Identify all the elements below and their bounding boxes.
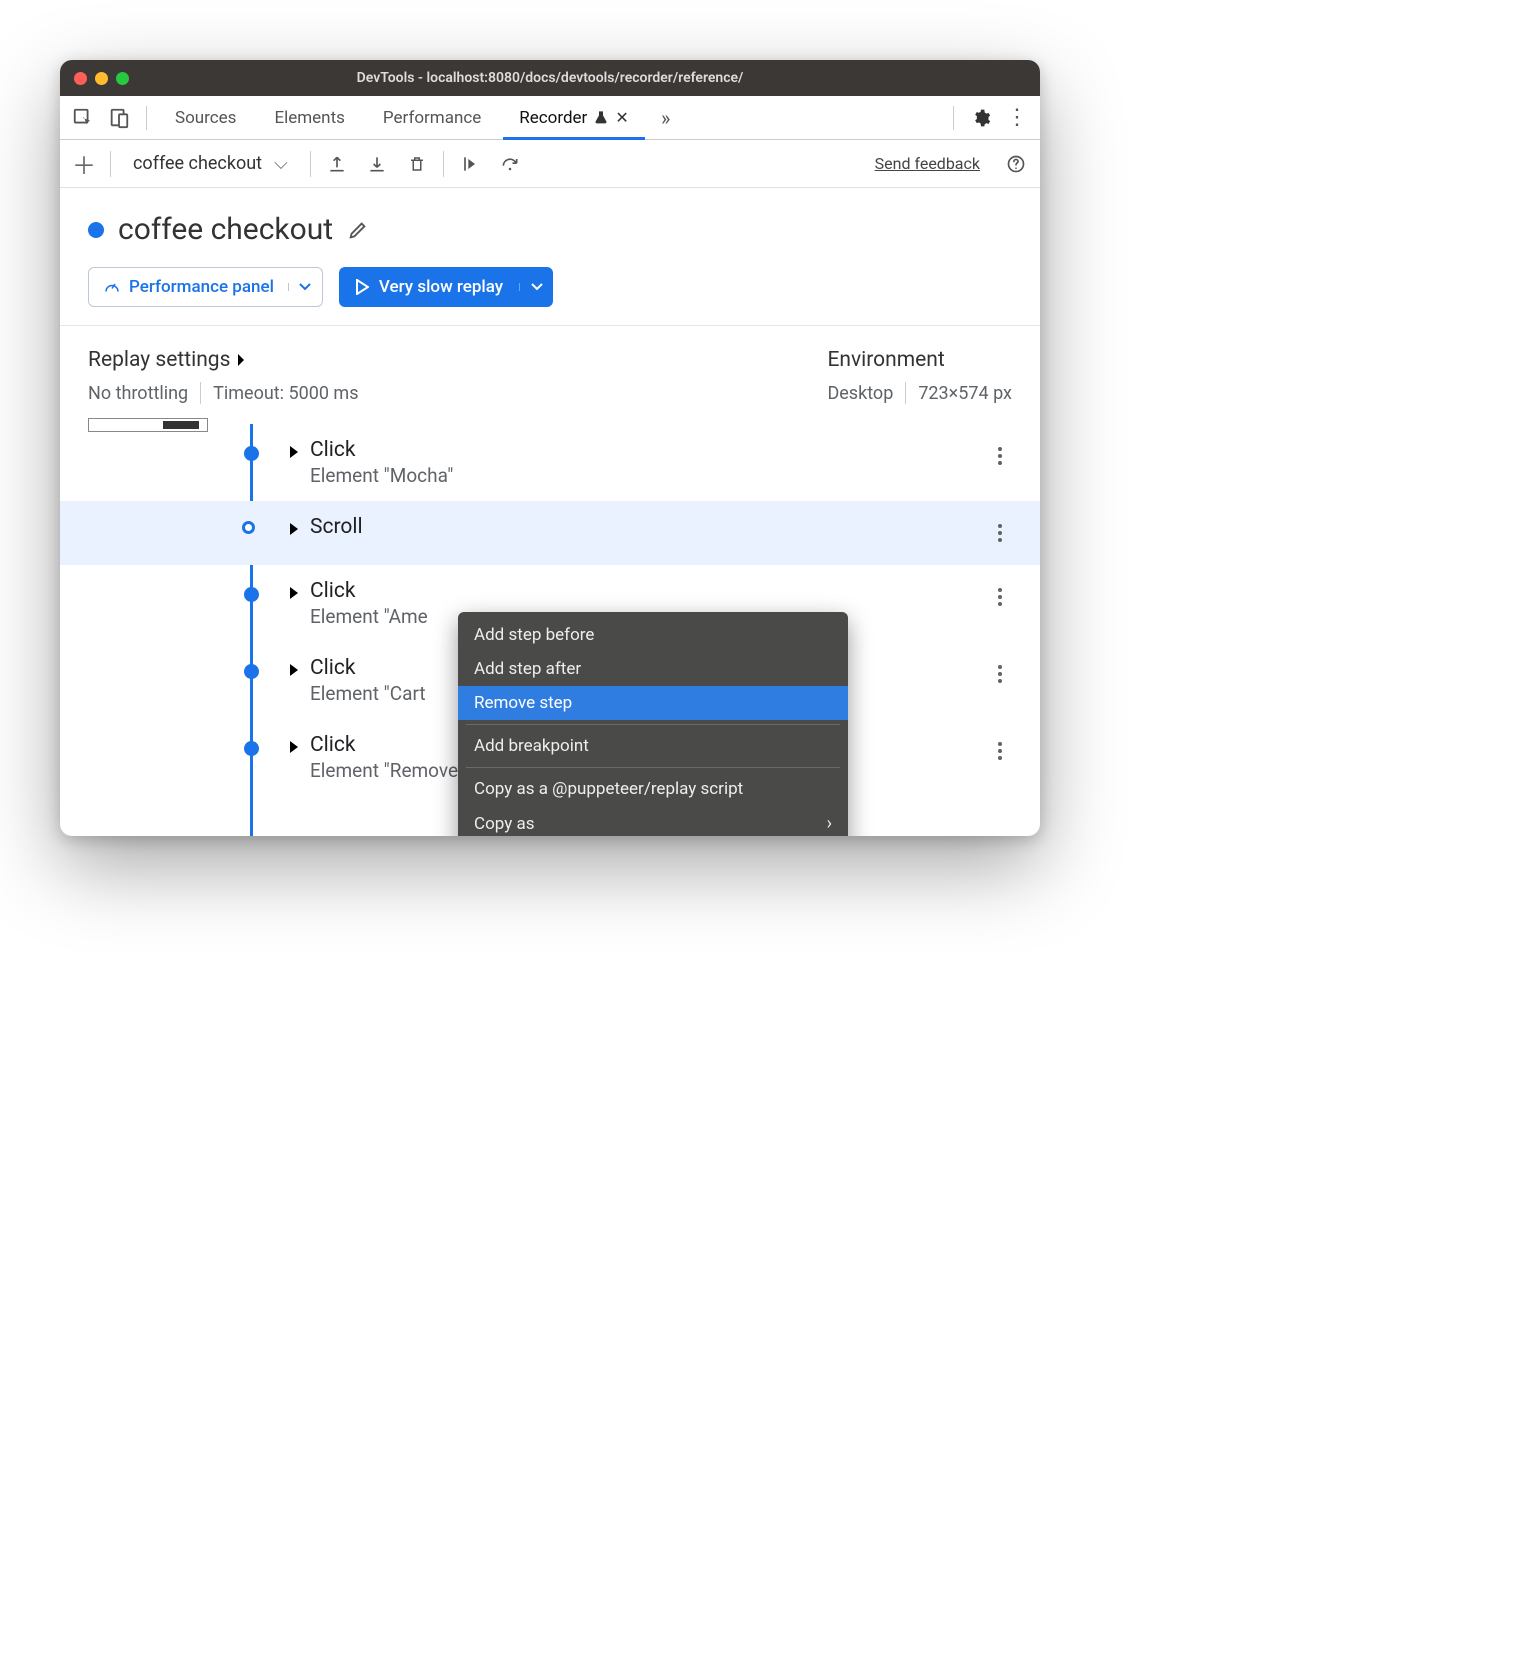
ctx-add-step-after[interactable]: Add step after [458, 652, 848, 686]
expand-step-icon[interactable] [290, 741, 298, 753]
recording-title-row: coffee checkout [88, 212, 1012, 247]
expand-step-icon[interactable] [290, 587, 298, 599]
expand-step-icon[interactable] [290, 523, 298, 535]
divider [443, 151, 444, 177]
settings-gear-icon[interactable] [966, 103, 996, 133]
recording-header: coffee checkout Performance panel Very s… [60, 188, 1040, 326]
step-subtitle: Element "Mocha" [310, 464, 453, 487]
throttling-value: No throttling [88, 383, 188, 404]
chevron-right-icon [236, 353, 246, 367]
ctx-copy-puppeteer[interactable]: Copy as a @puppeteer/replay script [458, 772, 848, 806]
action-buttons: Performance panel Very slow replay [88, 267, 1012, 307]
timeout-value: Timeout: 5000 ms [213, 383, 358, 404]
divider [146, 106, 147, 130]
menu-separator [466, 767, 840, 768]
divider [200, 382, 201, 404]
ctx-add-step-before[interactable]: Add step before [458, 618, 848, 652]
step-context-menu: Add step before Add step after Remove st… [458, 612, 848, 836]
tab-recorder[interactable]: Recorder ✕ [503, 96, 644, 139]
send-feedback-link[interactable]: Send feedback [875, 154, 980, 173]
delete-icon[interactable] [403, 150, 431, 178]
play-icon [355, 279, 369, 295]
timeline-node [242, 521, 255, 534]
dropdown-caret[interactable] [519, 283, 553, 291]
step-title: Scroll [310, 515, 363, 539]
chevron-down-icon: ⌵ [274, 153, 288, 174]
step-subtitle: Element "Cart [310, 682, 426, 705]
device-toolbar-icon[interactable] [104, 103, 134, 133]
dropdown-caret[interactable] [288, 283, 322, 291]
replay-settings: Replay settings No throttling Timeout: 5… [88, 348, 359, 404]
step-over-icon[interactable] [496, 150, 524, 178]
step-menu-icon[interactable] [988, 739, 1012, 763]
divider [905, 382, 906, 404]
flask-icon [593, 110, 609, 126]
replay-settings-toggle[interactable]: Replay settings [88, 348, 359, 372]
timeline-node [244, 587, 259, 602]
environment-title: Environment [827, 348, 1012, 372]
gauge-icon [103, 278, 121, 296]
settings-row: Replay settings No throttling Timeout: 5… [60, 326, 1040, 424]
tab-elements[interactable]: Elements [258, 96, 360, 139]
ctx-copy-as[interactable]: Copy as › [458, 806, 848, 836]
button-label: Performance panel [129, 277, 274, 297]
button-label: Very slow replay [379, 277, 503, 297]
step-title: Click [310, 656, 426, 680]
tab-label: Elements [274, 108, 344, 128]
expand-step-icon[interactable] [290, 446, 298, 458]
performance-panel-button[interactable]: Performance panel [88, 267, 323, 307]
steps-timeline: Click Element "Mocha" Scroll Click [60, 424, 1040, 836]
export-icon[interactable] [323, 150, 351, 178]
devtools-window: DevTools - localhost:8080/docs/devtools/… [60, 60, 1040, 836]
kebab-menu-icon[interactable]: ⋮ [1002, 103, 1032, 133]
titlebar: DevTools - localhost:8080/docs/devtools/… [60, 60, 1040, 96]
recording-status-dot [88, 222, 104, 238]
inspect-element-icon[interactable] [68, 103, 98, 133]
tab-label: Performance [383, 108, 481, 128]
recorder-toolbar: ＋ coffee checkout ⌵ Send feedback [60, 140, 1040, 188]
menu-separator [466, 724, 840, 725]
tab-performance[interactable]: Performance [367, 96, 497, 139]
panel-tabstrip: Sources Elements Performance Recorder ✕ … [60, 96, 1040, 140]
timeline-node [244, 664, 259, 679]
recording-select-label: coffee checkout [133, 153, 262, 174]
divider [953, 106, 954, 130]
step-row[interactable]: Scroll [60, 501, 1040, 565]
import-icon[interactable] [363, 150, 391, 178]
timeline-node [244, 446, 259, 461]
step-icon[interactable] [456, 150, 484, 178]
close-tab-icon[interactable]: ✕ [615, 108, 628, 127]
edit-title-icon[interactable] [347, 219, 369, 241]
tab-label: Recorder [519, 108, 587, 128]
step-title: Click [310, 438, 453, 462]
step-menu-icon[interactable] [988, 662, 1012, 686]
environment-device: Desktop [827, 383, 893, 404]
timeline-node [244, 741, 259, 756]
step-subtitle: Element "Ame [310, 605, 428, 628]
step-menu-icon[interactable] [988, 521, 1012, 545]
window-title: DevTools - localhost:8080/docs/devtools/… [60, 70, 1040, 86]
environment-settings: Environment Desktop 723×574 px [827, 348, 1012, 404]
new-recording-icon[interactable]: ＋ [70, 150, 98, 178]
ctx-remove-step[interactable]: Remove step [458, 686, 848, 720]
tab-sources[interactable]: Sources [159, 96, 252, 139]
step-title: Click [310, 579, 428, 603]
step-menu-icon[interactable] [988, 444, 1012, 468]
tab-label: Sources [175, 108, 236, 128]
more-tabs-icon[interactable]: » [651, 103, 681, 133]
divider [310, 151, 311, 177]
environment-size: 723×574 px [918, 383, 1012, 404]
step-menu-icon[interactable] [988, 585, 1012, 609]
divider [110, 151, 111, 177]
step-row[interactable]: Click Element "Mocha" [60, 424, 1040, 501]
replay-button[interactable]: Very slow replay [339, 267, 553, 307]
ctx-add-breakpoint[interactable]: Add breakpoint [458, 729, 848, 763]
recording-select[interactable]: coffee checkout ⌵ [123, 153, 298, 174]
recording-title: coffee checkout [118, 212, 333, 247]
expand-step-icon[interactable] [290, 664, 298, 676]
help-icon[interactable] [1002, 150, 1030, 178]
chevron-right-icon: › [827, 813, 832, 834]
